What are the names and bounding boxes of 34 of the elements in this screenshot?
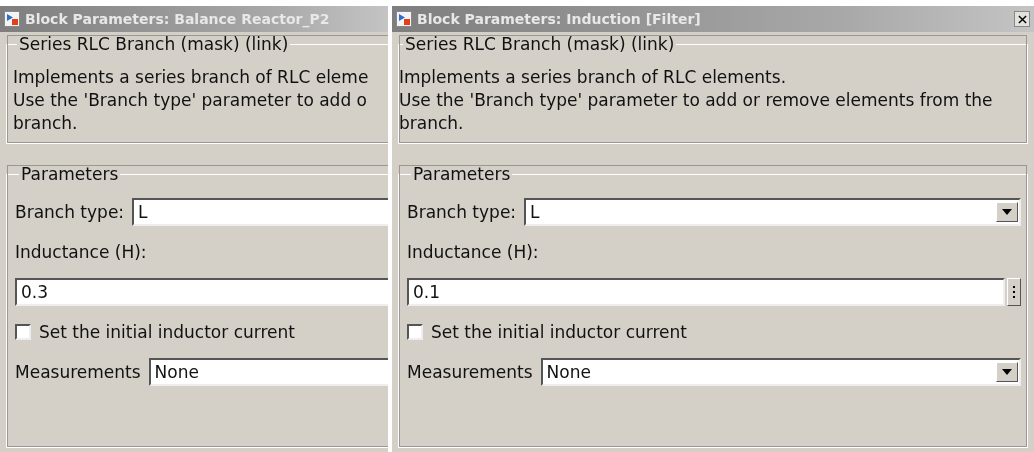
group-title: Parameters <box>20 164 120 184</box>
dropdown[interactable]: L <box>132 198 388 226</box>
group-title: Series RLC Branch (mask) (link) <box>404 34 676 54</box>
description-text: Implements a series branch of RLC elements. <box>399 66 788 89</box>
checkbox[interactable] <box>407 324 423 340</box>
description-text: Use the 'Branch type' parameter to add o <box>13 89 368 112</box>
description-text: Use the 'Branch type' parameter to add or remove elements from the <box>399 89 994 112</box>
description-text: branch. <box>399 112 465 135</box>
close-button[interactable] <box>1014 11 1030 27</box>
dropdown[interactable]: L <box>524 198 1021 226</box>
field-label: Inductance (H): <box>407 242 539 262</box>
checkbox-label: Set the initial inductor current <box>39 322 295 342</box>
description-text: Implements a series branch of RLC eleme <box>13 66 370 89</box>
checkbox[interactable] <box>15 324 31 340</box>
more-options-button[interactable] <box>1007 278 1021 306</box>
dropdown[interactable]: None <box>540 358 1021 386</box>
input-field[interactable]: 0.3 <box>15 278 388 306</box>
block-icon <box>4 11 20 27</box>
dropdown[interactable]: None <box>148 358 388 386</box>
input-field[interactable]: 0.1 <box>407 278 1005 306</box>
vertical-dots-icon <box>1012 285 1016 299</box>
group-title: Series RLC Branch (mask) (link) <box>18 34 290 54</box>
field-label: Measurements <box>407 362 533 382</box>
window-title: Block Parameters: Balance Reactor_P2 <box>25 11 330 27</box>
close-icon <box>1017 14 1027 24</box>
field-label: Measurements <box>15 362 141 382</box>
description-text: branch. <box>13 112 79 135</box>
field-label: Branch type: <box>407 202 517 222</box>
block-icon <box>396 11 412 27</box>
group-title: Parameters <box>412 164 512 184</box>
field-label: Inductance (H): <box>15 242 147 262</box>
window-title: Block Parameters: Induction [Filter] <box>417 11 701 27</box>
field-label: Branch type: <box>15 202 125 222</box>
checkbox-label: Set the initial inductor current <box>431 322 687 342</box>
